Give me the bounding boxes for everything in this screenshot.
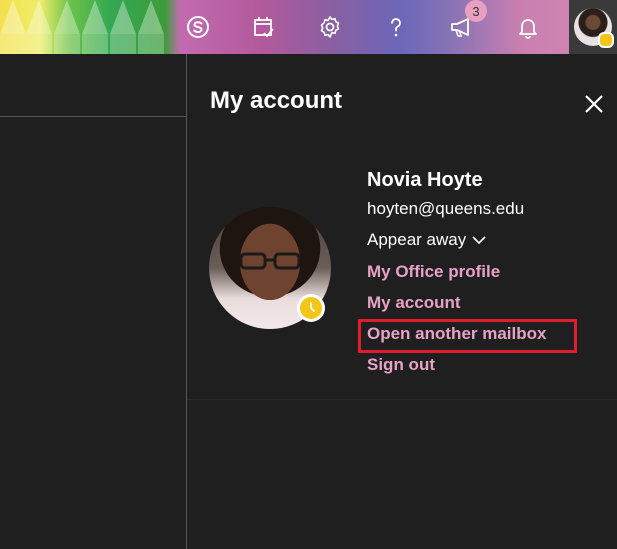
notification-badge: 3 (465, 0, 487, 22)
header-bar: 3 (0, 0, 617, 54)
my-day-button[interactable] (231, 0, 297, 54)
away-status-icon (598, 32, 614, 48)
crayon-decoration (138, 0, 164, 54)
crayon-decoration (26, 0, 52, 54)
help-icon (391, 18, 401, 37)
crayon-decoration (0, 0, 26, 54)
my-account-link[interactable]: My account (367, 287, 546, 318)
account-button[interactable] (569, 0, 617, 54)
my-account-panel: My account Novia Hoyte hoyten@queens.edu… (187, 54, 617, 549)
glasses-shape (239, 252, 301, 270)
divider (187, 399, 617, 400)
chevron-down-icon (472, 236, 486, 245)
user-email: hoyten@queens.edu (367, 199, 525, 218)
avatar (574, 8, 614, 48)
sign-out-link[interactable]: Sign out (367, 349, 546, 380)
clock-icon (310, 302, 315, 312)
calendar-check-icon (254, 17, 274, 38)
divider (0, 116, 186, 117)
notifications-button[interactable] (495, 0, 561, 54)
settings-button[interactable] (297, 0, 363, 54)
gear-icon (320, 16, 340, 38)
office-profile-link[interactable]: My Office profile (367, 256, 546, 287)
whats-new-button[interactable]: 3 (429, 0, 495, 54)
presence-dropdown[interactable]: Appear away (367, 224, 546, 256)
crayon-decoration (110, 0, 136, 54)
skype-icon (187, 16, 209, 38)
skype-button[interactable] (165, 0, 231, 54)
header-icons: 3 (165, 0, 617, 54)
open-mailbox-wrapper: Open another mailbox (358, 318, 577, 353)
presence-label: Appear away (367, 230, 467, 249)
account-info: Novia Hoyte hoyten@queens.edu Appear awa… (358, 166, 577, 380)
help-button[interactable] (363, 0, 429, 54)
open-another-mailbox-link[interactable]: Open another mailbox (367, 318, 546, 349)
user-name: Novia Hoyte (367, 169, 483, 191)
presence-status-badge (297, 294, 325, 322)
crayon-decoration (54, 0, 80, 54)
close-icon[interactable] (582, 92, 606, 116)
panel-title: My account (210, 87, 343, 114)
crayon-decoration (82, 0, 108, 54)
bell-icon (519, 19, 537, 39)
